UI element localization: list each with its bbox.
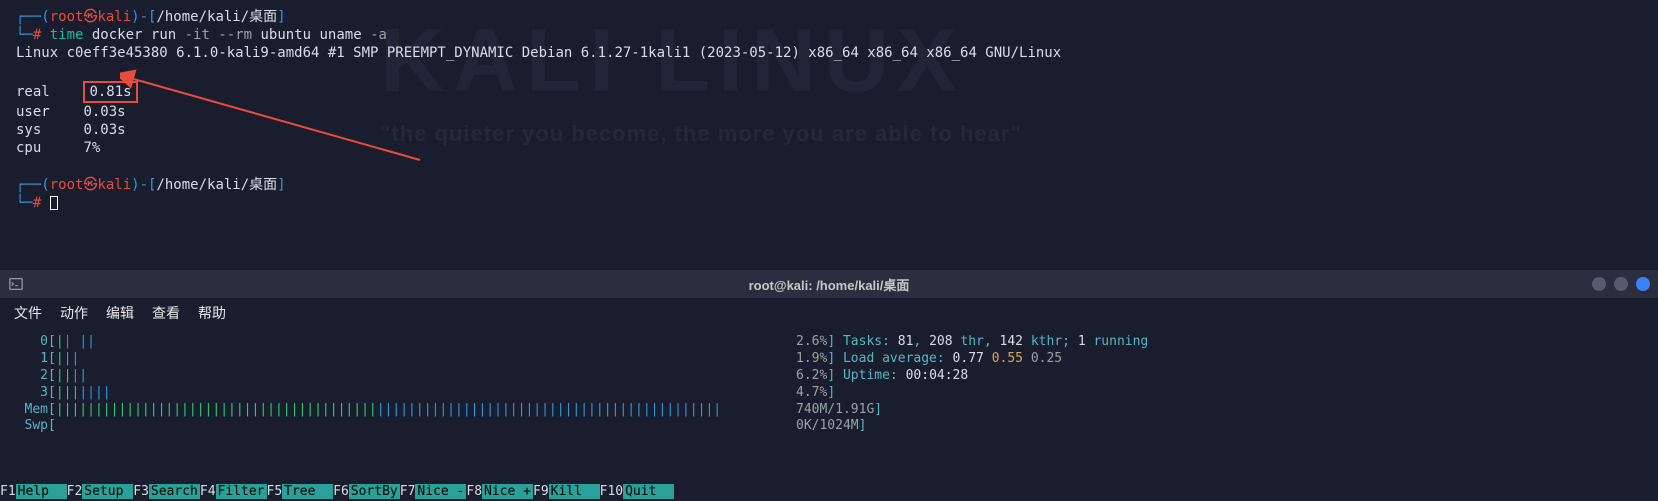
setup-action[interactable]: Setup xyxy=(82,484,133,499)
real-time-highlight: 0.81s xyxy=(83,81,137,103)
kill-action[interactable]: Kill xyxy=(549,484,600,499)
tree-action[interactable]: Tree xyxy=(282,484,333,499)
terminal-cursor[interactable] xyxy=(50,196,58,210)
prompt-line-1-cmd: └─# time docker run -it --rm ubuntu unam… xyxy=(16,26,1642,44)
sortby-action[interactable]: SortBy xyxy=(349,484,400,499)
time-sys-row: sys 0.03s xyxy=(16,121,1642,139)
htop-footer: F1Help F2Setup F3SearchF4FilterF5Tree F6… xyxy=(0,481,1658,501)
filter-action[interactable]: Filter xyxy=(216,484,267,499)
menu-view[interactable]: 查看 xyxy=(152,303,180,323)
menu-bar: 文件 动作 编辑 查看 帮助 xyxy=(0,298,1658,328)
menu-help[interactable]: 帮助 xyxy=(198,303,226,323)
htop-pane[interactable]: 0[|| || 2.6%] Tasks: 81, 208 thr, 142 kt… xyxy=(0,328,1658,473)
search-action[interactable]: Search xyxy=(149,484,200,499)
time-real-row: real 0.81s xyxy=(16,81,1642,103)
time-user-row: user 0.03s xyxy=(16,103,1642,121)
menu-edit[interactable]: 编辑 xyxy=(106,303,134,323)
close-button[interactable] xyxy=(1636,277,1650,291)
quit-action[interactable]: Quit xyxy=(623,484,674,499)
help-action[interactable]: Help xyxy=(16,484,67,499)
maximize-button[interactable] xyxy=(1614,277,1628,291)
time-cpu-row: cpu 7% xyxy=(16,139,1642,157)
prompt-line-1-top: ┌──(root㉿kali)-[/home/kali/桌面] xyxy=(16,8,1642,26)
terminal-icon xyxy=(8,276,24,292)
nice-minus-action[interactable]: Nice - xyxy=(415,484,466,499)
minimize-button[interactable] xyxy=(1592,277,1606,291)
window-title: root@kali: /home/kali/桌面 xyxy=(749,275,910,294)
terminal-upper-pane[interactable]: KALI LINUX "the quieter you become, the … xyxy=(0,0,1658,270)
prompt-line-2-cursor[interactable]: └─# xyxy=(16,194,1642,212)
prompt-line-2-top: ┌──(root㉿kali)-[/home/kali/桌面] xyxy=(16,176,1642,194)
window-controls xyxy=(1592,277,1650,291)
uname-output: Linux c0eff3e45380 6.1.0-kali9-amd64 #1 … xyxy=(16,44,1642,62)
nice-plus-action[interactable]: Nice + xyxy=(482,484,533,499)
window-titlebar[interactable]: root@kali: /home/kali/桌面 xyxy=(0,270,1658,298)
menu-file[interactable]: 文件 xyxy=(14,303,42,323)
menu-action[interactable]: 动作 xyxy=(60,303,88,323)
